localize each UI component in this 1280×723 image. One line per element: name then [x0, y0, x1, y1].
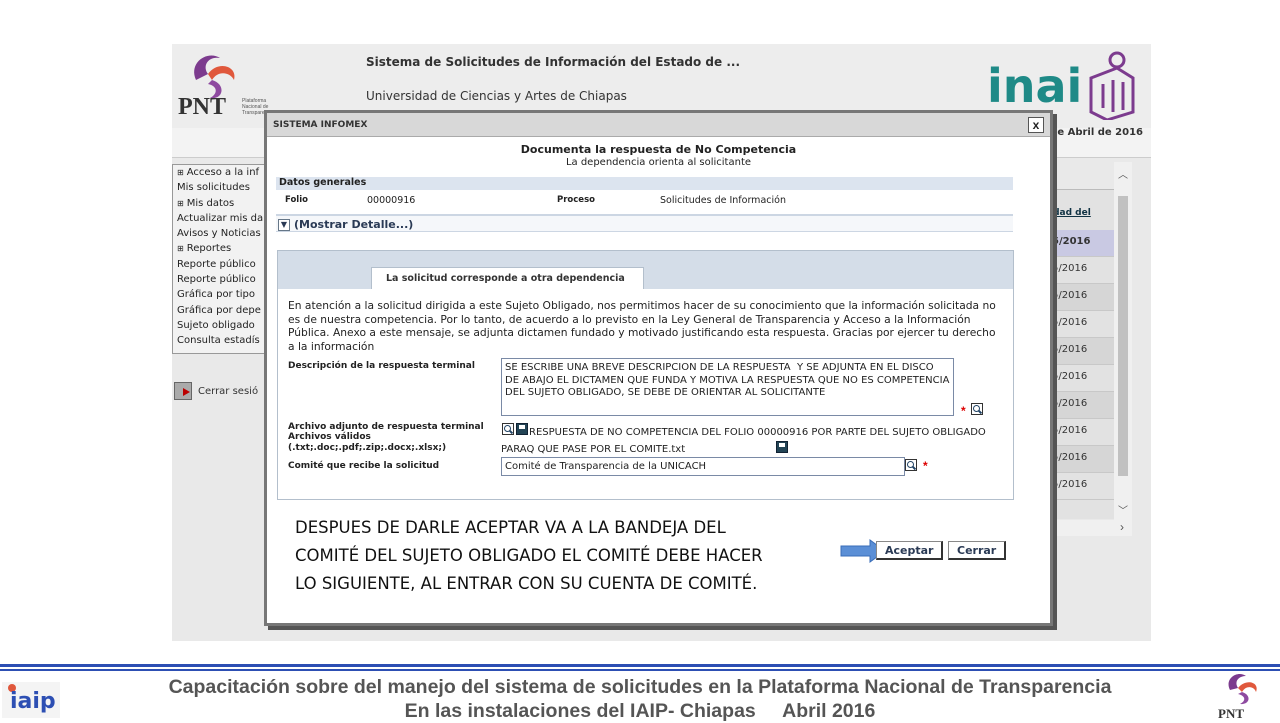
expand-icon: ⊞ — [177, 244, 184, 254]
pnt-label: PNT — [178, 94, 226, 120]
horizontal-scrollbar[interactable]: › — [1042, 520, 1132, 536]
sidebar-item-avisos[interactable]: Avisos y Noticias — [173, 226, 267, 241]
folio-value: 00000916 — [367, 195, 416, 206]
committee-input[interactable]: Comité de Transparencia de la UNICACH — [501, 457, 905, 476]
required-mark: * — [923, 459, 928, 473]
sidebar-item-label: Gráfica por tipo — [177, 289, 256, 301]
valid-extensions: (.txt;.doc;.pdf;.zip;.docx;.xlsx;) — [288, 443, 447, 453]
dialog-subheading: La dependencia orienta al solicitante — [565, 157, 752, 168]
scroll-up-icon[interactable]: ︿ — [1118, 166, 1128, 181]
dialog-heading: Documenta la respuesta de No Competencia — [520, 143, 797, 156]
general-data-header: Datos generales — [276, 177, 1013, 190]
vertical-scrollbar[interactable]: ︿ ﹀ — [1114, 162, 1132, 520]
close-dialog-button[interactable]: Cerrar — [948, 541, 1007, 560]
tab-strip: La solicitud corresponde a otra dependen… — [278, 251, 1013, 289]
inai-logo-text: inai — [987, 59, 1082, 113]
description-textarea[interactable]: SE ESCRIBE UNA BREVE DESCRIPCION DE LA R… — [501, 358, 954, 416]
dialog-title-bar: SISTEMA INFOMEX — [267, 113, 1050, 137]
pnt-small-logo-icon: PNT — [1218, 673, 1257, 720]
footer-caption: Capacitación sobre del manejo del sistem… — [0, 675, 1280, 723]
logout-link[interactable]: Cerrar sesió — [174, 382, 258, 400]
footer-rule — [0, 669, 1280, 671]
sidebar-item-label: Reportes — [186, 243, 232, 255]
sidebar-item-acceso[interactable]: ⊞ Acceso a la inf — [173, 165, 267, 180]
footer-line-1: Capacitación sobre del manejo del sistem… — [168, 676, 1112, 698]
sidebar-item-actualizar[interactable]: Actualizar mis da — [173, 211, 267, 226]
proceso-label: Proceso — [557, 195, 595, 205]
folio-label: Folio — [285, 195, 308, 205]
sidebar-item-label: Actualizar mis da — [177, 212, 264, 224]
chevron-double-down-icon: ▼ — [278, 219, 290, 231]
sidebar-item-reporte-publico-2[interactable]: Reporte público — [173, 272, 267, 287]
instruction-note: DESPUES DE DARLE ACEPTAR VA A LA BANDEJA… — [295, 518, 763, 593]
sidebar-item-label: Mis datos — [186, 197, 235, 209]
sidebar-item-reportes[interactable]: ⊞ Reportes — [173, 241, 267, 256]
scrollbar-thumb[interactable] — [1118, 196, 1128, 476]
institution-name: Universidad de Ciencias y Artes de Chiap… — [366, 89, 627, 103]
scroll-right-icon[interactable]: › — [1120, 520, 1124, 534]
sidebar-item-label: Avisos y Noticias — [177, 228, 261, 240]
expand-icon: ⊞ — [177, 168, 184, 177]
current-date: de Abril de 2016 — [1050, 127, 1143, 138]
infomex-dialog: SISTEMA INFOMEX x Documenta la respuesta… — [264, 110, 1053, 626]
tab-otra-dependencia[interactable]: La solicitud corresponde a otra dependen… — [371, 267, 644, 289]
sidebar-item-label: Gráfica por depe — [177, 304, 261, 316]
show-detail-toggle[interactable]: ▼ (Mostrar Detalle...) — [276, 214, 1013, 232]
response-tab-panel: La solicitud corresponde a otra dependen… — [277, 250, 1014, 500]
footer-line-2: En las instalaciones del IAIP- Chiapas A… — [404, 700, 876, 722]
show-detail-label: (Mostrar Detalle...) — [294, 218, 414, 231]
intro-text: En atención a la solicitud dirigida a es… — [288, 299, 996, 353]
save-disk-icon[interactable] — [776, 441, 788, 453]
sidebar-item-sujeto[interactable]: Sujeto obligado — [173, 318, 267, 333]
valid-files-label: Archivos válidos — [288, 432, 371, 442]
scroll-down-icon[interactable]: ﹀ — [1118, 502, 1128, 517]
sidebar-item-consulta[interactable]: Consulta estadís — [173, 333, 267, 348]
sidebar-item-mis-datos[interactable]: ⊞ Mis datos — [173, 196, 267, 211]
sidebar-item-grafica-tipo[interactable]: Gráfica por tipo — [173, 287, 267, 302]
close-button[interactable]: x — [1028, 117, 1044, 133]
sidebar-item-label: Consulta estadís — [177, 335, 260, 347]
sidebar-item-reporte-publico-1[interactable]: Reporte público — [173, 257, 267, 272]
sidebar-item-mis-solicitudes[interactable]: Mis solicitudes — [173, 180, 267, 195]
logout-icon — [174, 382, 192, 400]
search-icon[interactable] — [905, 459, 917, 471]
description-label: Descripción de la respuesta terminal — [288, 361, 475, 371]
required-mark: * — [961, 404, 966, 418]
logout-label: Cerrar sesió — [198, 386, 259, 397]
file-label: Archivo adjunto de respuesta terminal — [288, 422, 484, 432]
general-data-row: Folio 00000916 Proceso Solicitudes de In… — [276, 191, 1013, 213]
committee-label: Comité que recibe la solicitud — [288, 461, 440, 471]
attached-file-name: RESPUESTA DE NO COMPETENCIA DEL FOLIO 00… — [501, 427, 986, 455]
sidebar-item-grafica-depe[interactable]: Gráfica por depe — [173, 303, 267, 318]
sidebar-item-label: Mis solicitudes — [177, 182, 250, 194]
search-icon[interactable] — [971, 403, 983, 415]
sidebar-item-label: Sujeto obligado — [177, 319, 255, 331]
sidebar-item-label: Acceso a la inf — [186, 167, 260, 178]
footer-rule — [0, 664, 1280, 667]
accept-button[interactable]: Aceptar — [876, 541, 944, 560]
sidebar-item-label: Reporte público — [177, 274, 256, 286]
sidebar-menu: ⊞ Acceso a la inf Mis solicitudes ⊞ Mis da… — [172, 164, 268, 354]
proceso-value: Solicitudes de Información — [660, 195, 786, 206]
app-title: Sistema de Solicitudes de Información de… — [366, 55, 741, 69]
sidebar-item-label: Reporte público — [177, 258, 256, 270]
expand-icon: ⊞ — [177, 198, 184, 208]
pnt-small-text: PNT — [1218, 706, 1244, 720]
